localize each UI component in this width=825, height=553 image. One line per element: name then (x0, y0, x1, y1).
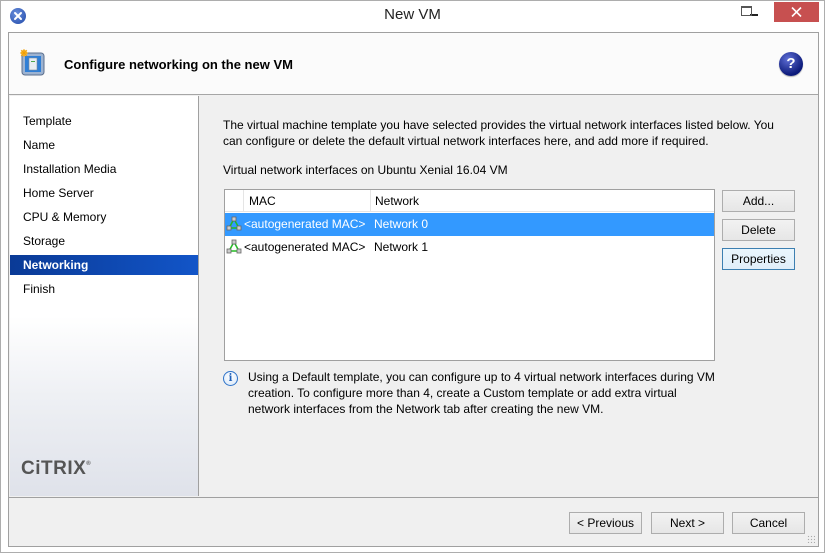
resize-grip[interactable] (807, 535, 815, 543)
table-row[interactable]: <autogenerated MAC> Network 0 (225, 213, 714, 236)
network-interface-icon (226, 239, 242, 255)
table-row[interactable]: <autogenerated MAC> Network 1 (225, 236, 714, 259)
new-vm-window: New VM Configure networking on the new V… (0, 0, 825, 553)
wizard-sidebar: Template Name Installation Media Home Se… (10, 96, 199, 496)
network-cell: Network 0 (374, 217, 429, 231)
wizard-footer: < Previous Next > Cancel (9, 497, 818, 546)
maximize-button[interactable] (734, 1, 762, 22)
intro-text: The virtual machine template you have se… (223, 118, 774, 148)
help-button[interactable]: ? (779, 52, 803, 76)
page-title: Configure networking on the new VM (64, 57, 293, 72)
cancel-button[interactable]: Cancel (732, 512, 805, 534)
window-title: New VM (384, 6, 441, 23)
title-bar[interactable]: New VM (1, 1, 824, 31)
sidebar-item-template[interactable]: Template (10, 111, 198, 131)
sidebar-item-cpu-memory[interactable]: CPU & Memory (10, 207, 198, 227)
close-button[interactable] (774, 2, 819, 22)
grid-header: MAC Network (225, 190, 714, 212)
help-icon: ? (786, 55, 796, 72)
column-header-network[interactable]: Network (375, 190, 419, 212)
sidebar-item-home-server[interactable]: Home Server (10, 183, 198, 203)
network-cell: Network 1 (374, 240, 429, 254)
next-button[interactable]: Next > (651, 512, 724, 534)
wizard-frame: Configure networking on the new VM ? Tem… (8, 32, 819, 547)
info-text: Using a Default template, you can config… (248, 370, 715, 416)
networking-page: The virtual machine template you have se… (199, 96, 818, 496)
new-vm-wizard-icon (19, 49, 47, 79)
vif-grid[interactable]: MAC Network <autogenerated MAC> Network … (224, 189, 715, 361)
properties-button[interactable]: Properties (722, 248, 795, 270)
column-header-mac[interactable]: MAC (249, 190, 276, 212)
sidebar-item-storage[interactable]: Storage (10, 231, 198, 251)
vif-list-label: Virtual network interfaces on Ubuntu Xen… (223, 163, 508, 177)
wizard-header: Configure networking on the new VM ? (9, 33, 818, 95)
previous-button[interactable]: < Previous (569, 512, 642, 534)
sidebar-item-networking[interactable]: Networking (10, 255, 198, 275)
sidebar-item-name[interactable]: Name (10, 135, 198, 155)
column-separator[interactable] (370, 190, 371, 212)
info-icon: i (223, 371, 238, 386)
citrix-logo-mark: ® (86, 461, 92, 467)
mac-cell: <autogenerated MAC> (244, 240, 366, 254)
citrix-logo-text: CiTRIX (21, 458, 87, 479)
sidebar-item-installation-media[interactable]: Installation Media (10, 159, 198, 179)
citrix-logo: CiTRIX® (21, 458, 91, 480)
close-icon (791, 7, 802, 17)
mac-cell: <autogenerated MAC> (244, 217, 366, 231)
sidebar-item-finish[interactable]: Finish (10, 279, 198, 299)
column-separator (243, 190, 244, 212)
delete-button[interactable]: Delete (722, 219, 795, 241)
network-interface-icon (226, 216, 242, 232)
add-button[interactable]: Add... (722, 190, 795, 212)
